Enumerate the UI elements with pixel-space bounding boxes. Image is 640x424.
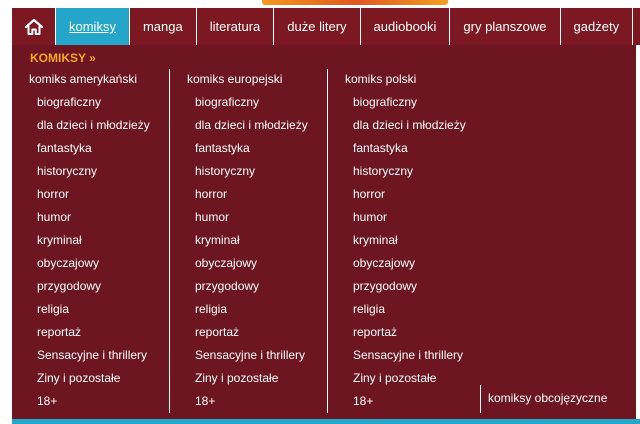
category-link[interactable]: obyczajowy [12, 253, 170, 276]
category-link[interactable]: 18+ [328, 391, 486, 414]
nav-tab-audiobooki[interactable]: audiobooki [361, 8, 451, 45]
nav-tab-literatura[interactable]: literatura [197, 8, 275, 45]
nav-tab-gry-planszowe[interactable]: gry planszowe [450, 8, 561, 45]
category-link[interactable]: biograficzny [328, 92, 486, 115]
column-komiks-europejski: komiks europejski biograficzny dla dziec… [170, 69, 328, 414]
main-nav: komiksy manga literatura duże litery aud… [12, 8, 640, 45]
category-link[interactable]: religia [12, 299, 170, 322]
category-link[interactable]: dla dzieci i młodzieży [12, 115, 170, 138]
category-link[interactable]: reportaż [170, 322, 328, 345]
category-link[interactable]: historyczny [328, 161, 486, 184]
category-link[interactable]: kryminał [170, 230, 328, 253]
category-link[interactable]: reportaż [12, 322, 170, 345]
category-link[interactable]: Sensacyjne i thrillery [170, 345, 328, 368]
page: komiksy manga literatura duże litery aud… [0, 0, 640, 424]
category-link[interactable]: kryminał [328, 230, 486, 253]
category-link[interactable]: Ziny i pozostałe [170, 368, 328, 391]
category-link[interactable]: Sensacyjne i thrillery [12, 345, 170, 368]
page-bottom-accent-bar [12, 419, 640, 424]
column-heading-link[interactable]: komiks europejski [170, 69, 328, 92]
home-icon [24, 18, 43, 35]
column-heading-link[interactable]: komiks polski [328, 69, 486, 92]
category-link[interactable]: biograficzny [170, 92, 328, 115]
nav-tab-komiksy[interactable]: komiksy [56, 8, 130, 45]
category-link[interactable]: fantastyka [12, 138, 170, 161]
category-link[interactable]: 18+ [170, 391, 328, 414]
category-link[interactable]: historyczny [170, 161, 328, 184]
column-komiks-polski: komiks polski biograficzny dla dzieci i … [328, 69, 486, 414]
category-link[interactable]: fantastyka [328, 138, 486, 161]
category-link[interactable]: 18+ [12, 391, 170, 414]
category-link[interactable]: przygodowy [328, 276, 486, 299]
category-list: biograficzny dla dzieci i młodzieży fant… [328, 92, 486, 414]
category-link[interactable]: Sensacyjne i thrillery [328, 345, 486, 368]
category-link[interactable]: religia [170, 299, 328, 322]
category-link[interactable]: humor [170, 207, 328, 230]
top-strip [0, 0, 640, 8]
column-heading-link[interactable]: komiks amerykański [12, 69, 170, 92]
category-list: biograficzny dla dzieci i młodzieży fant… [170, 92, 328, 414]
category-link[interactable]: humor [12, 207, 170, 230]
category-link[interactable]: dla dzieci i młodzieży [328, 115, 486, 138]
category-link[interactable]: horror [12, 184, 170, 207]
category-link[interactable]: dla dzieci i młodzieży [170, 115, 328, 138]
category-link[interactable]: przygodowy [12, 276, 170, 299]
nav-tab-manga[interactable]: manga [130, 8, 197, 45]
komiksy-dropdown-panel: KOMIKSY » komiks amerykański biograficzn… [12, 45, 636, 419]
dropdown-title-link[interactable]: KOMIKSY » [30, 51, 96, 65]
category-list: biograficzny dla dzieci i młodzieży fant… [12, 92, 170, 414]
category-link[interactable]: historyczny [12, 161, 170, 184]
category-link[interactable]: obyczajowy [328, 253, 486, 276]
category-link[interactable]: horror [328, 184, 486, 207]
page-content-edge [636, 45, 640, 419]
header-banner-fragment [262, 0, 448, 5]
nav-tab-duze-litery[interactable]: duże litery [274, 8, 361, 45]
category-link[interactable]: horror [170, 184, 328, 207]
category-link[interactable]: fantastyka [170, 138, 328, 161]
category-link[interactable]: religia [328, 299, 486, 322]
category-link[interactable]: przygodowy [170, 276, 328, 299]
category-link[interactable]: biograficzny [12, 92, 170, 115]
category-link[interactable]: Ziny i pozostałe [328, 368, 486, 391]
category-link[interactable]: kryminał [12, 230, 170, 253]
nav-tab-gadzety[interactable]: gadżety [561, 8, 634, 45]
komiksy-obcojezyczne-link[interactable]: komiksy obcojęzyczne [488, 391, 607, 405]
category-link[interactable]: reportaż [328, 322, 486, 345]
category-link[interactable]: obyczajowy [170, 253, 328, 276]
column-komiks-amerykanski: komiks amerykański biograficzny dla dzie… [12, 69, 170, 414]
category-link[interactable]: humor [328, 207, 486, 230]
category-link[interactable]: Ziny i pozostałe [12, 368, 170, 391]
home-button[interactable] [12, 8, 56, 45]
